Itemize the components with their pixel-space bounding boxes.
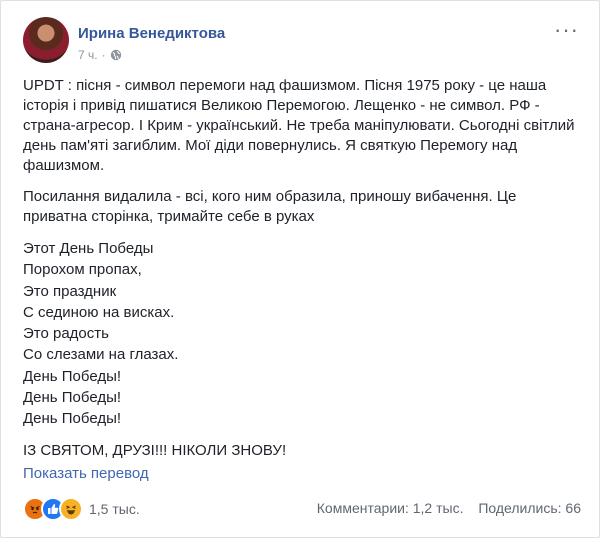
poem-line: День Победы! xyxy=(23,410,122,428)
post-footer: 1,5 тыс. Комментарии: 1,2 тыс. Поделилис… xyxy=(23,497,583,521)
haha-reaction-icon xyxy=(59,497,83,521)
post-time[interactable]: 7 ч. xyxy=(78,48,98,62)
poem-line: Порохом пропах, xyxy=(23,261,142,279)
closing-line: ІЗ СВЯТОМ, ДРУЗІ!!! НІКОЛИ ЗНОВУ! xyxy=(23,441,287,459)
show-translation-link[interactable]: Показать перевод xyxy=(23,465,149,482)
poem-line: День Победы! xyxy=(23,389,122,407)
meta-separator: · xyxy=(101,48,106,62)
post-paragraph: UPDT : пісня - символ перемоги над фашиз… xyxy=(23,77,575,174)
poem-line: Это радость xyxy=(23,325,109,343)
avatar[interactable] xyxy=(23,17,69,63)
poem-line: День Победы! xyxy=(23,367,122,385)
globe-icon[interactable] xyxy=(110,49,122,61)
shares-count[interactable]: Поделились: 66 xyxy=(478,500,581,516)
comments-count[interactable]: Комментарии: 1,2 тыс. xyxy=(317,500,464,516)
author-name[interactable]: Ирина Венедиктова xyxy=(78,25,225,42)
post-stats: Комментарии: 1,2 тыс. Поделились: 66 xyxy=(317,500,581,516)
post-body: UPDT : пісня - символ перемоги над фашиз… xyxy=(23,76,583,472)
reaction-count[interactable]: 1,5 тыс. xyxy=(89,501,140,517)
poem: Этот День Победы Порохом пропах, Это пра… xyxy=(23,238,583,430)
post-meta: 7 ч. · xyxy=(78,48,122,62)
poem-line: Это праздник xyxy=(23,282,117,300)
poem-line: С сединою на висках. xyxy=(23,303,175,321)
poem-line: Со слезами на глазах. xyxy=(23,346,179,364)
post-card: Ирина Венедиктова 7 ч. · ··· UPDT : пісн… xyxy=(0,0,600,538)
more-options-icon[interactable]: ··· xyxy=(554,19,579,41)
post-header: Ирина Венедиктова 7 ч. · ··· xyxy=(23,17,583,67)
reactions-summary[interactable]: 1,5 тыс. xyxy=(23,497,140,521)
post-paragraph: Посилання видалила - всі, кого ним образ… xyxy=(23,188,517,225)
poem-line: Этот День Победы xyxy=(23,240,154,257)
